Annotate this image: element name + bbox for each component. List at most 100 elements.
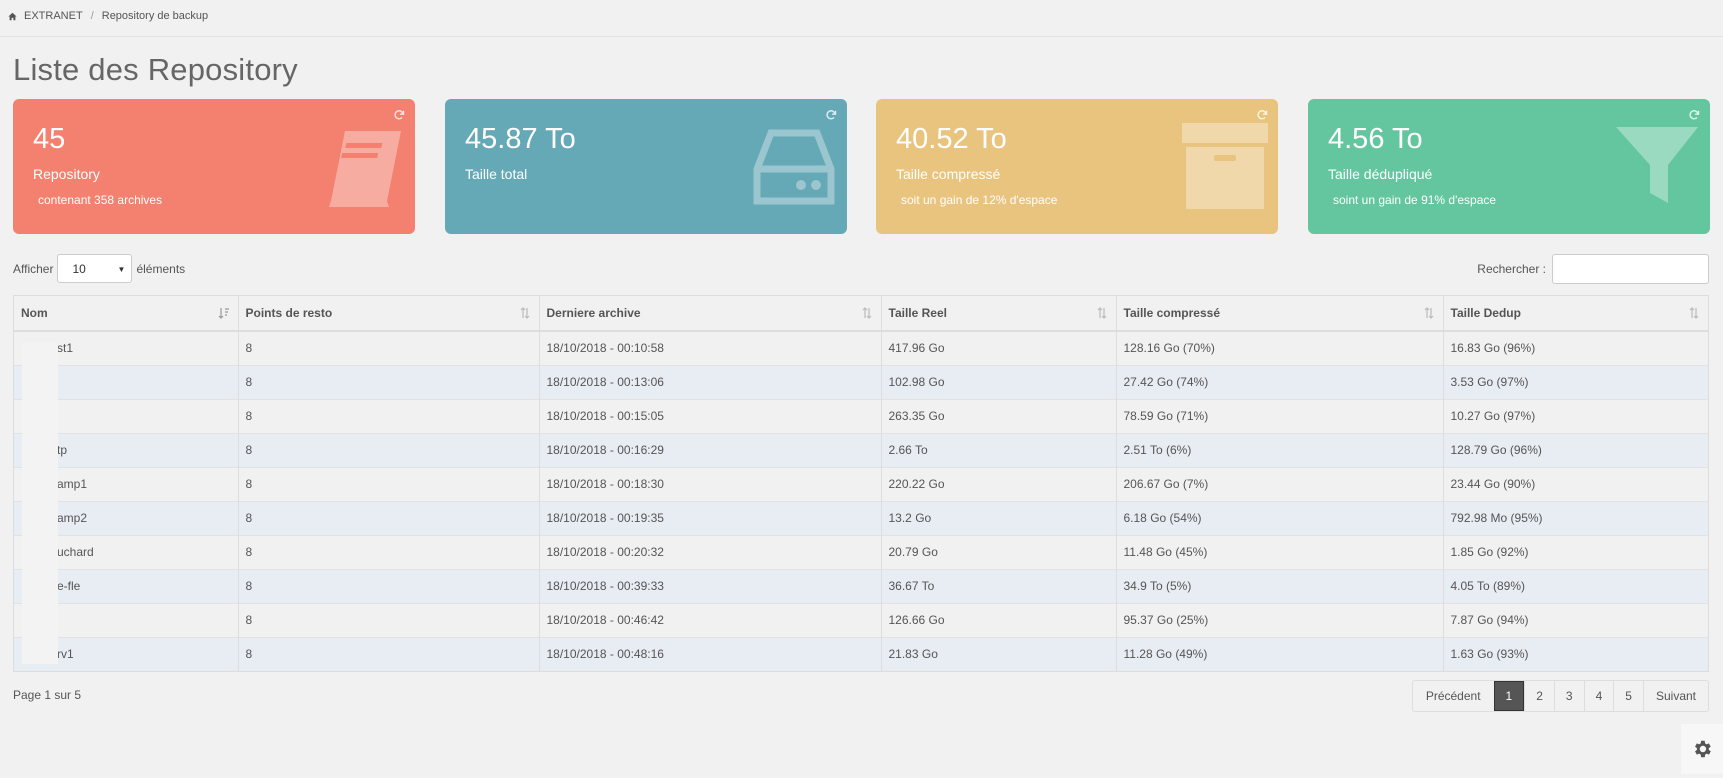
length-prefix: Afficher: [13, 261, 54, 276]
cell-derniere-archive: 18/10/2018 - 00:48:16: [539, 636, 882, 671]
table-row[interactable]: st1 8 18/10/2018 - 00:10:58 417.96 Go 128.16…: [14, 330, 1708, 365]
sort-icon: [1097, 307, 1106, 319]
hdd-icon: [753, 129, 835, 205]
search-label: Rechercher :: [1477, 262, 1546, 276]
refresh-icon[interactable]: [1688, 109, 1700, 121]
page-length-select[interactable]: 10 ▼: [57, 254, 133, 283]
page-length-control: Afficher 10 ▼ éléments: [13, 254, 185, 283]
redaction-overlay: [22, 343, 58, 664]
cell-taille-dedup: 128.79 Go (96%): [1443, 432, 1708, 467]
column-header-taille-dedup[interactable]: Taille Dedup: [1443, 296, 1708, 332]
cell-taille-dedup: 792.98 Mo (95%): [1443, 500, 1708, 535]
table-row[interactable]: 8 18/10/2018 - 00:46:42 126.66 Go 95.37 Go …: [14, 602, 1708, 637]
refresh-icon[interactable]: [825, 109, 837, 121]
cell-taille-reel: 36.67 To: [881, 568, 1117, 603]
table-row[interactable]: amp2 8 18/10/2018 - 00:19:35 13.2 Go 6.18 Go…: [14, 500, 1708, 535]
caret-down-icon: ▼: [117, 265, 126, 274]
pagination-page-1[interactable]: 1: [1493, 681, 1525, 711]
cell-taille-dedup: 23.44 Go (90%): [1443, 466, 1708, 501]
stat-label: Taille total: [465, 166, 528, 182]
cell-points: 8: [238, 636, 540, 671]
table-row[interactable]: rv1 8 18/10/2018 - 00:48:16 21.83 Go 11.28 G…: [14, 636, 1708, 671]
pagination-page-2[interactable]: 2: [1524, 681, 1554, 711]
refresh-icon[interactable]: [393, 109, 405, 121]
breadcrumb-separator: /: [90, 10, 94, 22]
cell-taille-dedup: 4.05 To (89%): [1443, 568, 1708, 603]
length-suffix: éléments: [136, 261, 186, 276]
pagination-page-3[interactable]: 3: [1553, 681, 1584, 711]
stat-card-taille-deduplique: 4.56 To Taille dédupliqué soint un gain …: [1308, 99, 1710, 234]
cell-taille-compresse: 95.37 Go (25%): [1116, 602, 1444, 637]
cell-taille-reel: 2.66 To: [881, 432, 1117, 467]
pagination-page-5[interactable]: 5: [1613, 681, 1643, 711]
table-row[interactable]: 8 18/10/2018 - 00:13:06 102.98 Go 27.42 Go …: [14, 364, 1708, 399]
cell-taille-compresse: 6.18 Go (54%): [1116, 500, 1444, 535]
home-icon: [8, 12, 17, 21]
sort-icon: [862, 307, 871, 319]
pagination: Précédent 1 2 3 4 5 Suivant: [1411, 680, 1709, 712]
cell-derniere-archive: 18/10/2018 - 00:39:33: [539, 568, 882, 603]
cell-derniere-archive: 18/10/2018 - 00:13:06: [539, 364, 882, 399]
search-control: Rechercher :: [1477, 254, 1709, 284]
table-row[interactable]: 8 18/10/2018 - 00:15:05 263.35 Go 78.59 Go …: [14, 398, 1708, 433]
column-header-points[interactable]: Points de resto: [238, 296, 540, 332]
filter-icon: [1616, 127, 1698, 203]
breadcrumb-current: Repository de backup: [101, 10, 209, 22]
cell-points: 8: [238, 602, 540, 637]
cell-taille-compresse: 27.42 Go (74%): [1116, 364, 1444, 399]
stat-subtext: soint un gain de 91% d'espace: [1333, 193, 1497, 207]
stat-label: Repository: [33, 166, 100, 182]
archive-icon: [1182, 123, 1268, 209]
pagination-prev[interactable]: Précédent: [1413, 681, 1494, 711]
search-input[interactable]: [1552, 254, 1709, 284]
cell-taille-reel: 417.96 Go: [881, 330, 1117, 365]
cell-taille-dedup: 7.87 Go (94%): [1443, 602, 1708, 637]
stat-subtext: contenant 358 archives: [38, 193, 163, 207]
column-header-derniere-archive[interactable]: Derniere archive: [539, 296, 882, 332]
cell-taille-compresse: 34.9 To (5%): [1116, 568, 1444, 603]
cell-taille-compresse: 2.51 To (6%): [1116, 432, 1444, 467]
column-header-taille-compresse[interactable]: Taille compressé: [1116, 296, 1444, 332]
stat-subtext: soit un gain de 12% d'espace: [901, 193, 1058, 207]
stat-label: Taille dédupliqué: [1328, 166, 1433, 182]
stat-card-taille-total: 45.87 To Taille total: [445, 99, 847, 234]
page-info: Page 1 sur 5: [13, 688, 82, 702]
cell-derniere-archive: 18/10/2018 - 00:46:42: [539, 602, 882, 637]
column-header-taille-reel[interactable]: Taille Reel: [881, 296, 1117, 332]
stat-card-repository: 45 Repository contenant 358 archives: [13, 99, 415, 234]
sort-icon: [520, 307, 529, 319]
page-title: Liste des Repository: [13, 52, 298, 87]
settings-button[interactable]: [1681, 724, 1723, 774]
table-header-row: Nom Points de resto Derniere archive Tai…: [14, 296, 1708, 332]
cell-taille-reel: 20.79 Go: [881, 534, 1117, 569]
cell-derniere-archive: 18/10/2018 - 00:19:35: [539, 500, 882, 535]
cell-taille-reel: 126.66 Go: [881, 602, 1117, 637]
cell-taille-reel: 220.22 Go: [881, 466, 1117, 501]
table-row[interactable]: tp 8 18/10/2018 - 00:16:29 2.66 To 2.51 To (…: [14, 432, 1708, 467]
cell-taille-compresse: 11.48 Go (45%): [1116, 534, 1444, 569]
cell-taille-dedup: 3.53 Go (97%): [1443, 364, 1708, 399]
breadcrumb-home-link[interactable]: EXTRANET: [24, 10, 83, 22]
cell-taille-compresse: 128.16 Go (70%): [1116, 330, 1444, 365]
cell-taille-compresse: 206.67 Go (7%): [1116, 466, 1444, 501]
cell-points: 8: [238, 432, 540, 467]
cell-taille-dedup: 10.27 Go (97%): [1443, 398, 1708, 433]
sort-asc-icon: [218, 308, 229, 319]
table-row[interactable]: amp1 8 18/10/2018 - 00:18:30 220.22 Go 206.6…: [14, 466, 1708, 501]
cell-points: 8: [238, 364, 540, 399]
cell-points: 8: [238, 398, 540, 433]
cell-points: 8: [238, 534, 540, 569]
cell-taille-reel: 263.35 Go: [881, 398, 1117, 433]
column-header-nom[interactable]: Nom: [14, 296, 239, 332]
cell-taille-dedup: 1.63 Go (93%): [1443, 636, 1708, 671]
refresh-icon[interactable]: [1256, 109, 1268, 121]
header-divider: [0, 36, 1723, 37]
cell-derniere-archive: 18/10/2018 - 00:20:32: [539, 534, 882, 569]
table-row[interactable]: e-fle 8 18/10/2018 - 00:39:33 36.67 To 34.9 …: [14, 568, 1708, 603]
table-row[interactable]: uchard 8 18/10/2018 - 00:20:32 20.79 Go 11.4…: [14, 534, 1708, 569]
pagination-next[interactable]: Suivant: [1642, 681, 1708, 711]
cell-derniere-archive: 18/10/2018 - 00:15:05: [539, 398, 882, 433]
pagination-page-4[interactable]: 4: [1583, 681, 1614, 711]
cell-derniere-archive: 18/10/2018 - 00:10:58: [539, 330, 882, 365]
cell-points: 8: [238, 568, 540, 603]
